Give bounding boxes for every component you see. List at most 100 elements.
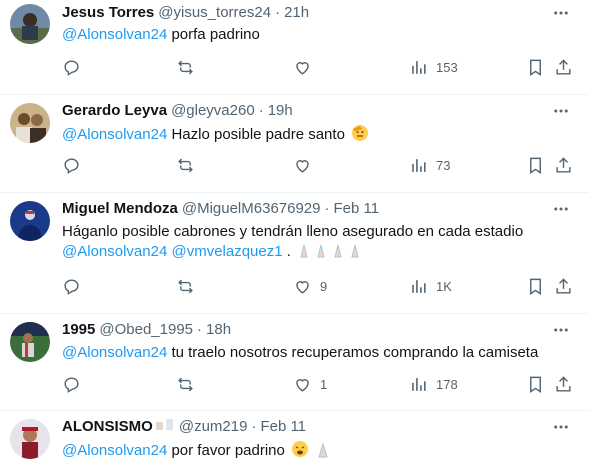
mention-link[interactable]: @Alonsolvan24 xyxy=(62,243,167,260)
tweet-text: @Alonsolvan24 por favor padrino xyxy=(62,440,569,464)
like-icon xyxy=(296,62,309,75)
mention-link[interactable]: @Alonsolvan24 xyxy=(62,442,167,459)
bookmark-button[interactable] xyxy=(526,277,545,296)
tweet-body-text: Hazlo posible padre santo xyxy=(167,126,345,143)
retweet-icon xyxy=(178,158,193,173)
more-icon[interactable] xyxy=(551,320,571,340)
views-count: 153 xyxy=(436,60,458,75)
avatar[interactable] xyxy=(10,201,50,241)
more-icon[interactable] xyxy=(551,101,571,121)
tweet-gerardo-leyva[interactable]: Gerardo Leyva @gleyva260 · 19h @Alonsolv… xyxy=(0,95,589,193)
like-count: 9 xyxy=(320,279,328,294)
share-icon xyxy=(556,157,571,173)
saluting-face-icon xyxy=(351,124,369,148)
views-icon xyxy=(412,378,426,391)
separator: · xyxy=(258,102,264,119)
retweet-button[interactable] xyxy=(176,277,203,296)
mention-link[interactable]: @Alonsolvan24 xyxy=(62,344,167,361)
share-icon xyxy=(556,376,571,392)
user-handle[interactable]: @yisus_torres24 xyxy=(158,3,271,23)
like-button[interactable] xyxy=(293,58,320,77)
bookmark-icon xyxy=(530,59,541,76)
retweet-button[interactable] xyxy=(176,58,203,77)
more-icon[interactable] xyxy=(551,417,571,437)
bookmark-icon xyxy=(530,278,541,295)
views-icon xyxy=(412,280,426,293)
reply-icon xyxy=(64,158,79,174)
like-button[interactable]: 1 xyxy=(293,375,327,394)
retweet-button[interactable] xyxy=(176,375,203,394)
reply-button[interactable] xyxy=(62,277,89,296)
tweet-text: @Alonsolvan24 Hazlo posible padre santo xyxy=(62,124,569,148)
tweet-alonsismo[interactable]: ALONSISMO @zum219 · Feb 11 @Alonsolvan24… xyxy=(0,411,589,470)
display-name[interactable]: Jesus Torres xyxy=(62,3,154,23)
tweet-actions: 1 178 xyxy=(62,375,577,395)
more-icon[interactable] xyxy=(551,199,571,219)
like-button[interactable] xyxy=(293,156,320,175)
views-icon xyxy=(412,159,426,172)
timestamp[interactable]: Feb 11 xyxy=(260,417,306,437)
bookmark-icon xyxy=(530,376,541,393)
timestamp[interactable]: 21h xyxy=(284,3,309,23)
bookmark-button[interactable] xyxy=(526,375,545,394)
user-handle[interactable]: @Obed_1995 xyxy=(99,320,193,340)
views-button[interactable]: 178 xyxy=(409,375,458,394)
views-button[interactable]: 73 xyxy=(409,156,450,175)
mention-link[interactable]: @Alonsolvan24 xyxy=(62,26,167,43)
display-name[interactable]: ALONSISMO xyxy=(62,417,153,437)
avatar[interactable] xyxy=(10,322,50,362)
share-button[interactable] xyxy=(554,156,573,175)
reply-button[interactable] xyxy=(62,58,89,77)
tweet-miguel-mendoza[interactable]: Miguel Mendoza @MiguelM63676929 · Feb 11… xyxy=(0,193,589,314)
retweet-button[interactable] xyxy=(176,156,203,175)
share-icon xyxy=(556,278,571,294)
tweet-actions: 73 xyxy=(62,156,577,176)
display-name[interactable]: 1995 xyxy=(62,320,95,340)
name-emoji-icon xyxy=(155,417,175,437)
user-handle[interactable]: @zum219 xyxy=(179,417,248,437)
mention-link-2[interactable]: @vmvelazquez1 xyxy=(171,243,282,260)
user-handle[interactable]: @gleyva260 xyxy=(171,101,255,121)
tweet-jesus-torres[interactable]: Jesus Torres @yisus_torres24 · 21h @Alon… xyxy=(0,0,589,95)
display-name[interactable]: Gerardo Leyva xyxy=(62,101,167,121)
like-icon xyxy=(296,379,309,392)
tweet-1995[interactable]: 1995 @Obed_1995 · 18h @Alonsolvan24 tu t… xyxy=(0,314,589,411)
views-count: 178 xyxy=(436,377,458,392)
timestamp[interactable]: Feb 11 xyxy=(334,199,380,219)
weary-face-icon xyxy=(291,440,309,464)
timestamp[interactable]: 19h xyxy=(268,101,293,121)
avatar[interactable] xyxy=(10,103,50,143)
avatar[interactable] xyxy=(10,4,50,44)
share-button[interactable] xyxy=(554,375,573,394)
share-button[interactable] xyxy=(554,58,573,77)
tweet-body-text: tu traelo nosotros recuperamos comprando… xyxy=(167,344,539,361)
mention-link[interactable]: @Alonsolvan24 xyxy=(62,126,167,143)
bookmark-button[interactable] xyxy=(526,156,545,175)
tweet-text: Háganlo posible cabrones y tendrán lleno… xyxy=(62,222,569,265)
user-handle[interactable]: @MiguelM63676929 xyxy=(182,199,321,219)
share-button[interactable] xyxy=(554,277,573,296)
tweet-body-line: Háganlo posible cabrones y tendrán lleno… xyxy=(62,223,524,240)
views-button[interactable]: 153 xyxy=(409,58,458,77)
bookmark-button[interactable] xyxy=(526,58,545,77)
folded-hands-icon xyxy=(315,442,331,464)
separator: · xyxy=(324,200,330,217)
tweet-body-text: por favor padrino xyxy=(167,442,290,459)
tweet-text: @Alonsolvan24 porfa padrino xyxy=(62,25,569,45)
avatar[interactable] xyxy=(10,419,50,459)
display-name[interactable]: Miguel Mendoza xyxy=(62,199,178,219)
tweet-header: 1995 @Obed_1995 · 18h xyxy=(62,320,231,340)
tweet-body-text: porfa padrino xyxy=(167,26,260,43)
like-icon xyxy=(296,281,309,294)
timestamp[interactable]: 18h xyxy=(206,320,231,340)
reply-button[interactable] xyxy=(62,375,89,394)
tweet-header: Miguel Mendoza @MiguelM63676929 · Feb 11 xyxy=(62,199,379,219)
tweet-actions: 153 xyxy=(62,58,577,78)
more-icon[interactable] xyxy=(551,3,571,23)
views-button[interactable]: 1K xyxy=(409,277,452,296)
like-button[interactable]: 9 xyxy=(293,277,327,296)
bookmark-icon xyxy=(530,157,541,174)
reply-button[interactable] xyxy=(62,156,89,175)
tweet-header: Gerardo Leyva @gleyva260 · 19h xyxy=(62,101,293,121)
tweet-body-text: . xyxy=(282,243,296,260)
